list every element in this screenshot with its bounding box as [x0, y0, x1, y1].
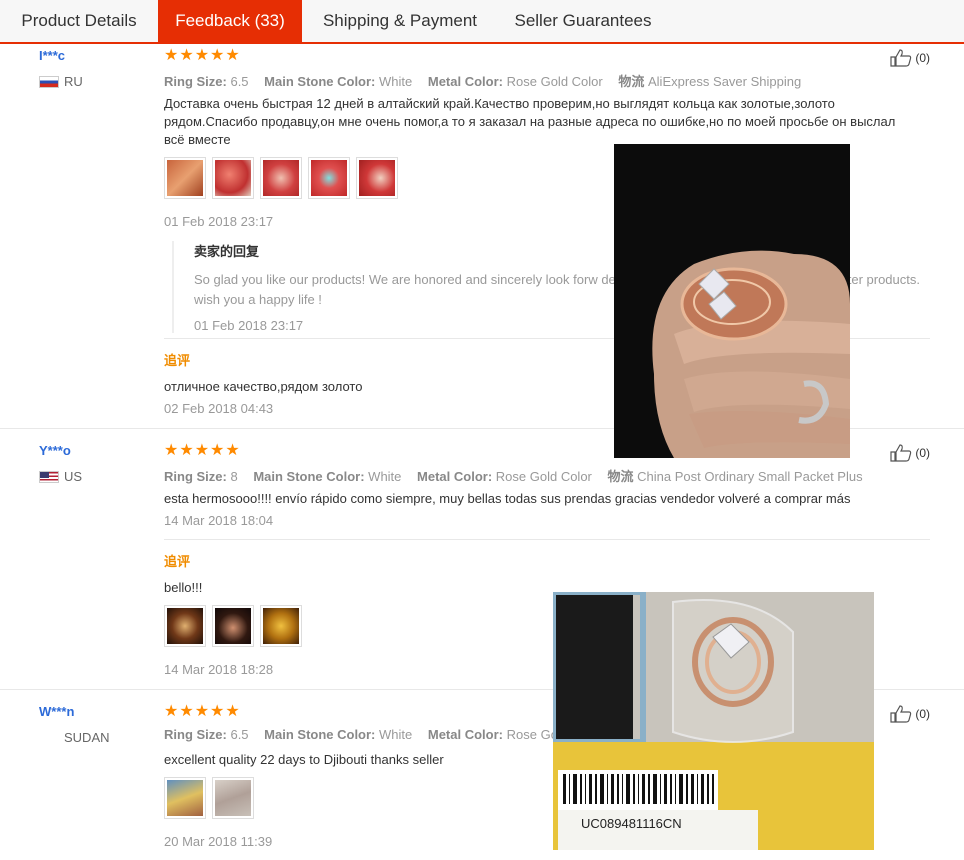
review-photo-thumbnail[interactable] [164, 605, 206, 647]
review-attributes: Ring Size: 8 Main Stone Color: White Met… [164, 469, 863, 484]
tab-seller-guarantees[interactable]: Seller Guarantees [498, 0, 668, 42]
helpful-button[interactable]: (0) [890, 444, 930, 462]
helpful-count: (0) [915, 51, 930, 65]
divider [164, 539, 930, 540]
review-photo-thumbnail[interactable] [356, 157, 398, 199]
additional-feedback-date: 14 Mar 2018 18:28 [164, 662, 274, 677]
review-photo-thumbnail[interactable] [212, 157, 254, 199]
review-photos [164, 605, 302, 647]
thumbs-up-icon [890, 444, 912, 462]
review-photo-thumbnail[interactable] [260, 605, 302, 647]
review-attributes: Ring Size: 6.5 Main Stone Color: White M… [164, 74, 802, 89]
helpful-count: (0) [915, 446, 930, 460]
review-text: Доставка очень быстрая 12 дней в алтайск… [164, 96, 896, 147]
russia-flag-icon [39, 75, 59, 88]
review-photo-thumbnail[interactable] [164, 777, 206, 819]
country-code: SUDAN [64, 730, 110, 745]
tab-bar: Product Details Feedback (33) Shipping &… [0, 0, 964, 44]
additional-feedback-label: 追评 [164, 554, 191, 569]
hand-with-ring-photo-icon [614, 144, 850, 458]
review-date: 14 Mar 2018 18:04 [164, 513, 274, 528]
helpful-button[interactable]: (0) [890, 705, 930, 723]
review-date: 01 Feb 2018 23:17 [164, 214, 274, 229]
tab-shipping-payment[interactable]: Shipping & Payment [302, 0, 498, 42]
helpful-count: (0) [915, 707, 930, 721]
reviewer-country: SUDAN [64, 730, 110, 745]
reviewer-country: US [39, 469, 82, 484]
review-date: 20 Mar 2018 11:39 [164, 834, 273, 849]
reviewer-name[interactable]: W***n [39, 704, 74, 719]
review-attributes: Ring Size: 6.5 Main Stone Color: White M… [164, 727, 569, 742]
review-text: esta hermosooo!!!! envío rápido como sie… [164, 491, 851, 506]
enlarged-review-photo[interactable] [614, 144, 850, 458]
additional-feedback-label: 追评 [164, 353, 191, 368]
review-photo-thumbnail[interactable] [212, 777, 254, 819]
review-photo-thumbnail[interactable] [212, 605, 254, 647]
svg-text:UC089481116CN: UC089481116CN [581, 816, 682, 831]
thumbs-up-icon [890, 49, 912, 67]
package-with-ring-photo-icon: UC089481116CN [553, 592, 874, 850]
thumbs-up-icon [890, 705, 912, 723]
star-rating: ★★★★★ [164, 442, 241, 459]
country-code: RU [64, 74, 83, 89]
tab-feedback[interactable]: Feedback (33) [158, 0, 302, 42]
country-code: US [64, 469, 83, 484]
additional-feedback-date: 02 Feb 2018 04:43 [164, 401, 274, 416]
star-rating: ★★★★★ [164, 47, 241, 64]
review-photos [164, 157, 398, 199]
enlarged-review-photo[interactable]: UC089481116CN [553, 592, 874, 850]
reviewer-name[interactable]: Y***o [39, 443, 71, 458]
reviewer-name[interactable]: I***c [39, 48, 65, 63]
star-rating: ★★★★★ [164, 703, 241, 720]
reviewer-country: RU [39, 74, 83, 89]
tab-product-details[interactable]: Product Details [0, 0, 158, 42]
us-flag-icon [39, 470, 59, 483]
review-photos [164, 777, 254, 819]
review-photo-thumbnail[interactable] [260, 157, 302, 199]
helpful-button[interactable]: (0) [890, 49, 930, 67]
review-photo-thumbnail[interactable] [164, 157, 206, 199]
review-photo-thumbnail[interactable] [308, 157, 350, 199]
